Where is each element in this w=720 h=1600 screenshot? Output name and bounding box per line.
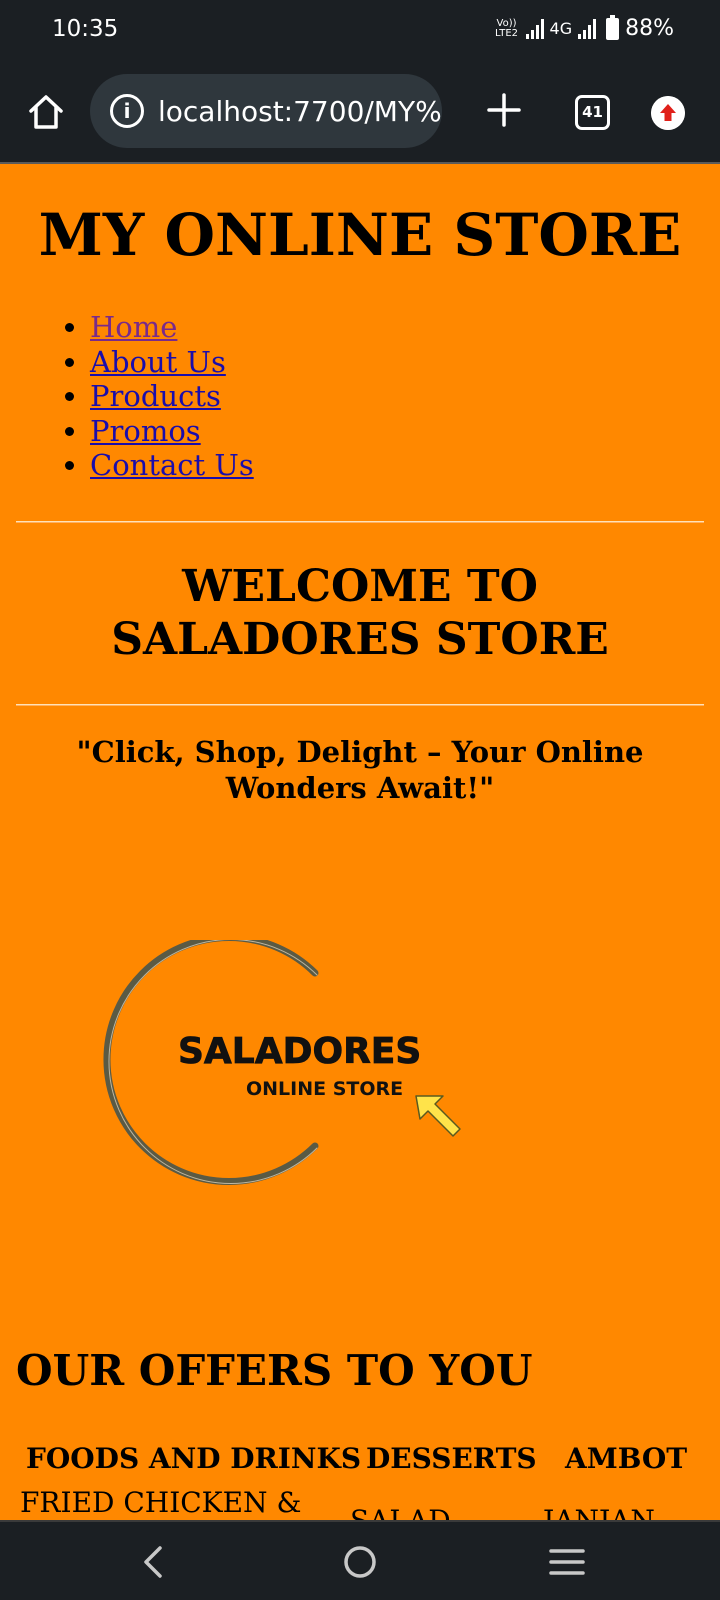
browser-toolbar: i localhost:7700/MY% 41 [0, 64, 720, 164]
volte-icon: Vo)) LTE2 [495, 17, 518, 39]
recents-icon[interactable] [548, 1546, 586, 1578]
site-title: MY ONLINE STORE [38, 201, 682, 269]
system-nav-bar [0, 1520, 720, 1600]
offers-heading: OUR OFFERS TO YOU [16, 1346, 533, 1395]
divider [16, 704, 704, 706]
nav-item-promos: Promos [90, 414, 254, 449]
address-bar[interactable]: i localhost:7700/MY% [90, 74, 442, 148]
table-header-desserts: DESSERTS [366, 1442, 537, 1475]
store-logo: SALADORES ONLINE STORE [103, 940, 461, 1185]
logo-subtitle: ONLINE STORE [246, 1078, 403, 1100]
battery-icon [606, 14, 620, 40]
back-icon[interactable] [138, 1544, 170, 1580]
nav-link-contact[interactable]: Contact Us [90, 448, 254, 482]
url-text[interactable]: localhost:7700/MY% [158, 95, 442, 128]
nav-link-promos[interactable]: Promos [90, 414, 201, 448]
status-time: 10:35 [52, 16, 119, 42]
nav-item-about: About Us [90, 345, 254, 380]
nav-link-products[interactable]: Products [90, 379, 221, 413]
nav-item-contact: Contact Us [90, 448, 254, 483]
table-header-ambot: AMBOT [565, 1442, 688, 1475]
battery-level: 88% [625, 16, 674, 41]
plus-icon[interactable] [484, 90, 524, 130]
signal-icon-2 [578, 18, 597, 39]
tagline: "Click, Shop, Delight – Your Online Wond… [76, 735, 644, 805]
divider [16, 521, 704, 523]
welcome-heading: WELCOME TO SALADORES STORE [111, 561, 609, 665]
status-icons: Vo)) LTE2 4G 88% [494, 14, 674, 41]
nav-item-products: Products [90, 379, 254, 414]
nav-link-about[interactable]: About Us [90, 345, 226, 379]
nav-item-home: Home [90, 310, 254, 345]
home-icon[interactable] [26, 92, 66, 132]
info-icon[interactable]: i [110, 94, 144, 128]
home-circle-icon[interactable] [342, 1544, 378, 1580]
network-type: 4G [549, 19, 573, 38]
table-cell: FRIED CHICKEN & [20, 1486, 302, 1519]
signal-icon [525, 18, 544, 39]
tab-switcher-icon[interactable]: 41 [575, 95, 610, 130]
site-navigation: Home About Us Products Promos Contact Us [90, 310, 254, 483]
update-arrow-icon[interactable] [651, 96, 685, 130]
arrow-icon [415, 1095, 461, 1137]
status-bar: 10:35 Vo)) LTE2 4G 88% [0, 0, 720, 64]
nav-link-home[interactable]: Home [90, 310, 177, 344]
table-header-foods: FOODS AND DRINKS [26, 1442, 362, 1475]
logo-name: SALADORES [178, 1031, 421, 1072]
web-page: MY ONLINE STORE Home About Us Products P… [0, 166, 720, 1522]
